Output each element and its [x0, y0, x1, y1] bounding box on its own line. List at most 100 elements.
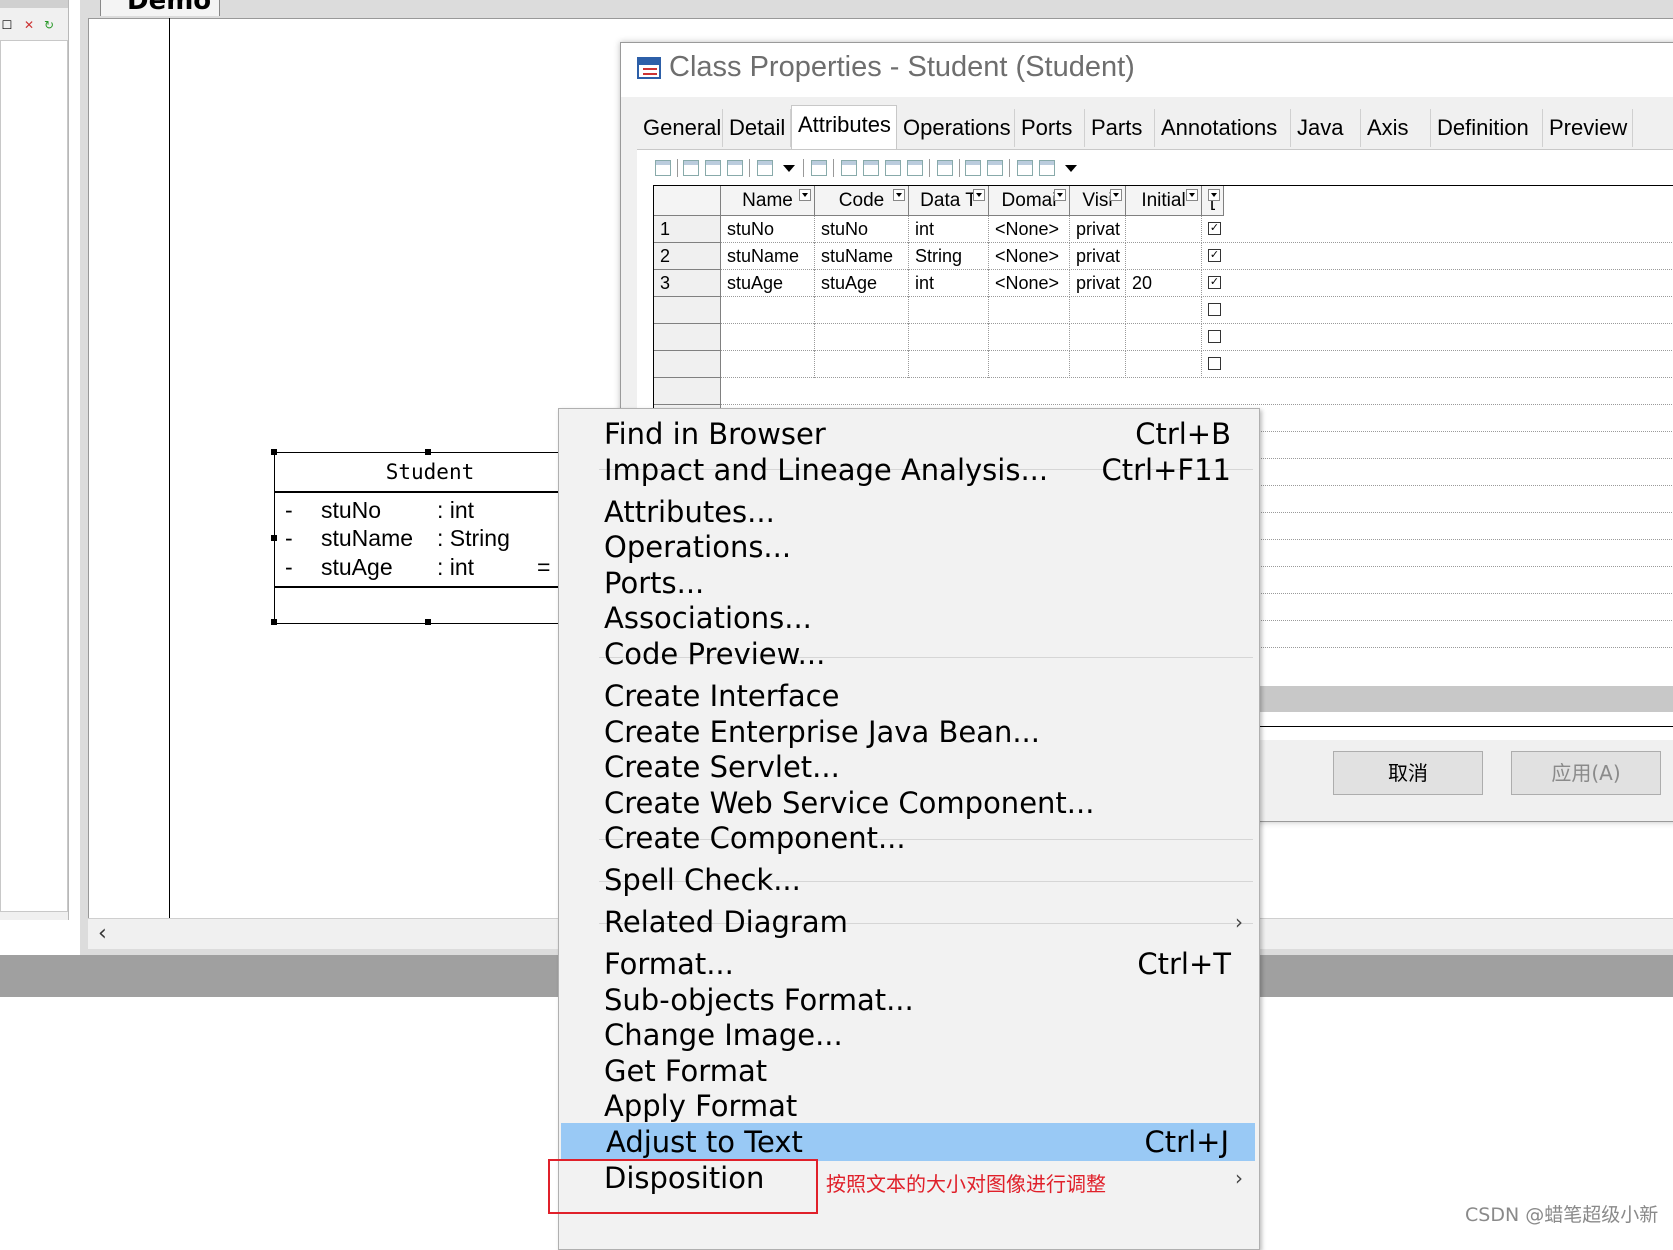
- table-cell-code[interactable]: [815, 297, 909, 324]
- column-header[interactable]: Name: [721, 186, 815, 216]
- column-header[interactable]: Code: [815, 186, 909, 216]
- row-number[interactable]: [654, 378, 721, 405]
- filter-icon[interactable]: [965, 160, 981, 176]
- row-checkbox[interactable]: ✓: [1208, 222, 1221, 235]
- table-cell-type[interactable]: String: [909, 243, 989, 270]
- reuse-icon[interactable]: [757, 160, 773, 176]
- menu-item-create-servlet[interactable]: Create Servlet...: [559, 748, 1257, 786]
- row-number[interactable]: 1: [654, 216, 721, 243]
- row-checkbox[interactable]: [1208, 357, 1221, 370]
- table-row[interactable]: [654, 324, 1673, 351]
- menu-item-change-image[interactable]: Change Image...: [559, 1016, 1257, 1054]
- column-filter-icon[interactable]: [973, 189, 985, 201]
- table-cell-domain[interactable]: [989, 351, 1070, 378]
- table-cell-initial[interactable]: 20: [1126, 270, 1202, 297]
- table-row[interactable]: 1 stuNo stuNo int <None> privat ✓: [654, 216, 1673, 243]
- row-number[interactable]: [654, 351, 721, 378]
- menu-item-code-preview[interactable]: Code Preview...: [559, 635, 1257, 673]
- table-cell-name[interactable]: [721, 351, 815, 378]
- resize-handle[interactable]: [271, 535, 277, 541]
- table-cell-initial[interactable]: [1126, 351, 1202, 378]
- row-number[interactable]: [654, 297, 721, 324]
- row-checkbox[interactable]: [1208, 330, 1221, 343]
- chevron-down-icon[interactable]: [1065, 165, 1077, 172]
- tab-detail[interactable]: Detail: [723, 109, 791, 147]
- table-cell-type[interactable]: [909, 324, 989, 351]
- column-filter-icon[interactable]: [1208, 189, 1220, 201]
- table-cell-name[interactable]: stuName: [721, 243, 815, 270]
- table-cell-code[interactable]: stuNo: [815, 216, 909, 243]
- table-cell-type[interactable]: [909, 297, 989, 324]
- paste-icon[interactable]: [885, 160, 901, 176]
- dialog-title-bar[interactable]: Class Properties - Student (Student): [621, 43, 1673, 97]
- column-header[interactable]: Data T: [909, 186, 989, 216]
- table-cell-initial[interactable]: [1126, 297, 1202, 324]
- menu-item-attributes[interactable]: Attributes...: [559, 493, 1257, 531]
- excel-export-icon[interactable]: [1017, 160, 1033, 176]
- table-row[interactable]: 2 stuName stuName String <None> privat ✓: [654, 243, 1673, 270]
- table-cell-vis[interactable]: [1070, 324, 1126, 351]
- delete-icon[interactable]: [907, 160, 923, 176]
- tab-definition[interactable]: Definition: [1431, 109, 1543, 147]
- tab-axis[interactable]: Axis: [1361, 109, 1431, 147]
- table-cell-initial[interactable]: [1126, 216, 1202, 243]
- menu-item-create-interface[interactable]: Create Interface: [559, 677, 1257, 715]
- menu-item-create-web-service-component[interactable]: Create Web Service Component...: [559, 784, 1257, 822]
- menu-item-find-in-browser[interactable]: Find in Browser Ctrl+B: [559, 415, 1257, 453]
- table-cell-vis[interactable]: [1070, 297, 1126, 324]
- tab-parts[interactable]: Parts: [1085, 109, 1155, 147]
- table-cell-domain[interactable]: [989, 324, 1070, 351]
- add-attributes-icon[interactable]: [727, 160, 743, 176]
- checkbox-icon[interactable]: ☐: [0, 18, 14, 32]
- browser-tree[interactable]: [0, 40, 68, 912]
- add-row-icon[interactable]: [683, 160, 699, 176]
- column-filter-icon[interactable]: [1110, 189, 1122, 201]
- table-cell-name[interactable]: stuAge: [721, 270, 815, 297]
- table-cell-code[interactable]: stuName: [815, 243, 909, 270]
- insert-row-icon[interactable]: [705, 160, 721, 176]
- table-row[interactable]: 3 stuAge stuAge int <None> privat 20 ✓: [654, 270, 1673, 297]
- column-filter-icon[interactable]: [893, 189, 905, 201]
- print-icon[interactable]: [1039, 160, 1055, 176]
- cancel-button[interactable]: 取消: [1333, 751, 1483, 795]
- table-row[interactable]: [654, 351, 1673, 378]
- tab-java[interactable]: Java: [1291, 109, 1361, 147]
- new-icon[interactable]: [811, 160, 827, 176]
- table-row[interactable]: [654, 378, 1673, 405]
- table-cell-type[interactable]: int: [909, 216, 989, 243]
- menu-item-sub-objects-format[interactable]: Sub-objects Format...: [559, 981, 1257, 1019]
- scroll-left-icon[interactable]: ‹: [98, 921, 107, 946]
- table-cell-domain[interactable]: <None>: [989, 216, 1070, 243]
- refresh-icon[interactable]: ↻: [42, 18, 56, 32]
- properties-icon[interactable]: [655, 160, 671, 176]
- table-cell-type[interactable]: [909, 351, 989, 378]
- row-checkbox[interactable]: ✓: [1208, 249, 1221, 262]
- tab-general[interactable]: General: [637, 109, 723, 147]
- menu-item-adjust-to-text[interactable]: Adjust to Text Ctrl+J: [561, 1123, 1255, 1161]
- row-checkbox[interactable]: [1208, 303, 1221, 316]
- tab-ports[interactable]: Ports: [1015, 109, 1085, 147]
- column-filter-icon[interactable]: [1054, 189, 1066, 201]
- table-cell-initial[interactable]: [1126, 324, 1202, 351]
- table-cell-name[interactable]: [721, 297, 815, 324]
- table-cell-domain[interactable]: <None>: [989, 270, 1070, 297]
- table-cell-name[interactable]: stuNo: [721, 216, 815, 243]
- table-cell-vis[interactable]: [1070, 351, 1126, 378]
- menu-item-create-enterprise-java-bean[interactable]: Create Enterprise Java Bean...: [559, 713, 1257, 751]
- row-number[interactable]: 3: [654, 270, 721, 297]
- find-icon[interactable]: [937, 160, 953, 176]
- tab-operations[interactable]: Operations: [897, 109, 1015, 147]
- resize-handle[interactable]: [271, 619, 277, 625]
- resize-handle[interactable]: [271, 449, 277, 455]
- menu-item-apply-format[interactable]: Apply Format: [559, 1087, 1257, 1125]
- tab-attributes[interactable]: Attributes: [791, 105, 897, 149]
- menu-item-format[interactable]: Format... Ctrl+T: [559, 945, 1257, 983]
- table-cell-initial[interactable]: [1126, 243, 1202, 270]
- row-number[interactable]: 2: [654, 243, 721, 270]
- column-filter-icon[interactable]: [799, 189, 811, 201]
- menu-item-ports[interactable]: Ports...: [559, 564, 1257, 602]
- resize-handle[interactable]: [425, 619, 431, 625]
- row-checkbox[interactable]: ✓: [1208, 276, 1221, 289]
- table-cell-code[interactable]: [815, 351, 909, 378]
- tab-preview[interactable]: Preview: [1543, 109, 1633, 147]
